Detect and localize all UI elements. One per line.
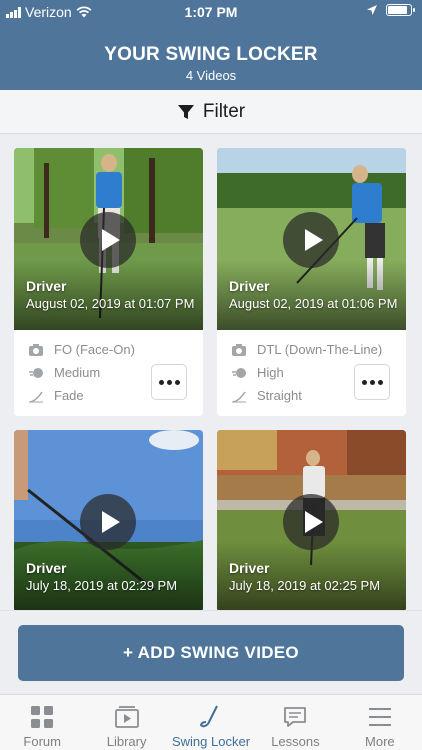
- meta-view-row: FO (Face-On): [28, 342, 135, 357]
- club-label: Driver: [26, 560, 67, 576]
- shot-shape-icon: [232, 391, 246, 403]
- video-meta: FO (Face-On) Medium Fade: [14, 330, 203, 416]
- video-thumbnail[interactable]: Driver July 18, 2019 at 02:29 PM: [14, 430, 203, 610]
- library-icon: [114, 706, 139, 728]
- grid-icon: [31, 706, 54, 728]
- meta-shot-row: Straight: [231, 388, 302, 403]
- view-label: FO (Face-On): [54, 342, 135, 357]
- tab-swing-locker[interactable]: Swing Locker: [169, 695, 253, 750]
- tab-bar: Forum Library Swing Locker Lessons More: [0, 694, 422, 750]
- funnel-icon: [177, 104, 194, 119]
- video-date: July 18, 2019 at 02:25 PM: [229, 578, 381, 593]
- ball-speed-icon: [29, 367, 43, 378]
- page-header: YOUR SWING LOCKER 4 Videos: [0, 24, 422, 90]
- video-meta: DTL (Down-The-Line) High Straight: [217, 330, 406, 416]
- video-card[interactable]: Driver August 02, 2019 at 01:07 PM FO (F…: [14, 148, 203, 416]
- tab-label: More: [365, 734, 395, 749]
- filter-label: Filter: [202, 100, 246, 122]
- add-swing-video-button[interactable]: + ADD SWING VIDEO: [18, 625, 404, 681]
- club-label: Driver: [229, 278, 270, 294]
- camera-icon: [29, 343, 43, 356]
- tab-library[interactable]: Library: [84, 695, 168, 750]
- menu-icon: [368, 708, 391, 726]
- play-button[interactable]: [283, 494, 339, 550]
- location-arrow-icon: [367, 5, 377, 15]
- video-thumbnail[interactable]: Driver July 18, 2019 at 02:25 PM: [217, 430, 406, 610]
- more-options-button[interactable]: [354, 364, 390, 400]
- add-video-bar: + ADD SWING VIDEO: [0, 610, 422, 694]
- meta-speed-row: High: [231, 365, 284, 380]
- battery-icon: [386, 4, 415, 16]
- speed-label: Medium: [54, 365, 101, 380]
- tab-label: Library: [106, 734, 147, 749]
- video-date: August 02, 2019 at 01:06 PM: [229, 296, 398, 311]
- page-title: YOUR SWING LOCKER: [104, 44, 318, 65]
- video-thumbnail[interactable]: Driver August 02, 2019 at 01:07 PM: [14, 148, 203, 330]
- video-card[interactable]: Driver July 18, 2019 at 02:25 PM: [217, 430, 406, 610]
- more-options-button[interactable]: [151, 364, 187, 400]
- status-bar: Verizon 1:07 PM: [0, 0, 422, 24]
- golf-club-icon: [199, 705, 218, 728]
- shot-label: Straight: [257, 388, 302, 403]
- speed-label: High: [257, 365, 284, 380]
- play-button[interactable]: [80, 494, 136, 550]
- shot-shape-icon: [29, 391, 43, 403]
- status-time: 1:07 PM: [184, 4, 238, 20]
- meta-shot-row: Fade: [28, 388, 84, 403]
- video-grid[interactable]: Driver August 02, 2019 at 01:07 PM FO (F…: [14, 148, 408, 610]
- video-thumbnail[interactable]: Driver August 02, 2019 at 01:06 PM: [217, 148, 406, 330]
- status-right: [366, 4, 415, 16]
- video-count: 4 Videos: [185, 68, 237, 83]
- video-date: July 18, 2019 at 02:29 PM: [26, 578, 178, 593]
- play-button[interactable]: [80, 212, 136, 268]
- video-date: August 02, 2019 at 01:07 PM: [26, 296, 195, 311]
- camera-icon: [232, 343, 246, 356]
- tab-label: Lessons: [271, 734, 320, 749]
- shot-label: Fade: [54, 388, 84, 403]
- tab-lessons[interactable]: Lessons: [253, 695, 337, 750]
- filter-button[interactable]: Filter: [0, 90, 422, 134]
- view-label: DTL (Down-The-Line): [257, 342, 383, 357]
- play-button[interactable]: [283, 212, 339, 268]
- tab-label: Forum: [23, 734, 61, 749]
- chat-icon: [284, 707, 307, 727]
- tab-forum[interactable]: Forum: [0, 695, 84, 750]
- tab-label: Swing Locker: [171, 734, 251, 749]
- ball-speed-icon: [232, 367, 246, 378]
- meta-view-row: DTL (Down-The-Line): [231, 342, 382, 357]
- club-label: Driver: [229, 560, 270, 576]
- club-label: Driver: [26, 278, 67, 294]
- video-card[interactable]: Driver July 18, 2019 at 02:29 PM: [14, 430, 203, 610]
- video-card[interactable]: Driver August 02, 2019 at 01:06 PM DTL (…: [217, 148, 406, 416]
- tab-more[interactable]: More: [338, 695, 422, 750]
- meta-speed-row: Medium: [28, 365, 100, 380]
